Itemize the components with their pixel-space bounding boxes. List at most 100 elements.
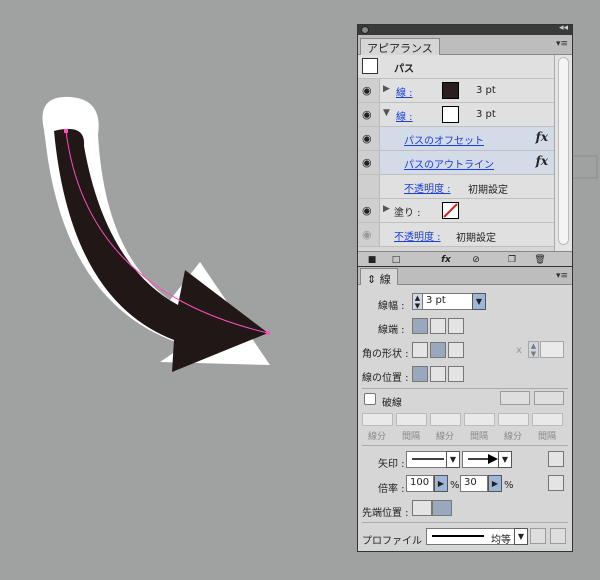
- path-label: パス: [394, 64, 414, 75]
- swap-arrowheads-icon[interactable]: [548, 451, 564, 467]
- panel-titlebar[interactable]: ◂◂: [358, 23, 572, 35]
- dashed-label: 破線: [382, 398, 402, 409]
- align-outside-button[interactable]: [448, 366, 464, 382]
- weight-dropdown[interactable]: ▼: [472, 293, 486, 310]
- limit-label: x: [516, 345, 522, 356]
- align-center-button[interactable]: [412, 366, 428, 382]
- uniform-profile-icon: [432, 535, 484, 537]
- close-icon[interactable]: [361, 26, 369, 34]
- link-scale-icon[interactable]: [548, 475, 564, 491]
- end-arrowhead-dropdown[interactable]: ▼: [498, 451, 512, 468]
- align-label: 線の位置 :: [362, 373, 409, 384]
- weight-input[interactable]: 3 pt: [422, 293, 474, 310]
- dash-label: 線分: [436, 432, 455, 442]
- start-scale-dropdown[interactable]: ▶: [434, 475, 448, 492]
- panel-menu-icon[interactable]: ▾≡: [556, 271, 568, 281]
- scroll-thumb[interactable]: [558, 57, 569, 245]
- effect-offset-path-label[interactable]: パスのオフセット: [404, 132, 484, 147]
- gap-field-3: [532, 413, 563, 426]
- appearance-row-path[interactable]: パス: [358, 55, 554, 79]
- stroke-weight-value: 3 pt: [476, 85, 496, 96]
- panel-menu-icon[interactable]: ▾≡: [556, 39, 568, 49]
- appearance-row-opacity-stroke[interactable]: 不透明度 : 初期設定: [358, 175, 554, 199]
- opacity-label[interactable]: 不透明度 :: [394, 228, 441, 243]
- stroke-panel: ⇕ 線 ▾≡ 線幅 : ▲ ▼ 3 pt ▼ 線端 : 角の形状 : x ▲ ▼ 線…: [357, 266, 573, 552]
- cap-label: 線端 :: [378, 325, 405, 336]
- stroke-label[interactable]: 線 :: [396, 84, 413, 99]
- miter-join-button[interactable]: [412, 342, 428, 358]
- arrowhead-icon: [468, 454, 498, 464]
- arrowhead-label: 矢印 :: [378, 459, 405, 470]
- end-arrowhead-select[interactable]: [462, 451, 502, 468]
- round-cap-button[interactable]: [430, 318, 446, 334]
- percent-label: %: [504, 480, 514, 491]
- visibility-eye-icon[interactable]: ◉: [358, 79, 380, 102]
- tab-arrows-icon: ⇕: [367, 273, 377, 286]
- tab-stroke[interactable]: ⇕ 線: [360, 268, 398, 286]
- divider: [362, 445, 568, 446]
- stroke-swatch[interactable]: [442, 106, 459, 123]
- dashed-checkbox[interactable]: [364, 393, 376, 405]
- expand-triangle-icon[interactable]: ▶: [383, 204, 390, 214]
- path-thumbnail: [362, 58, 378, 74]
- expand-triangle-icon[interactable]: ▶: [383, 84, 390, 94]
- fill-label[interactable]: 塗り :: [394, 204, 421, 219]
- appearance-list: パス ◉ ▶ 線 : 3 pt ◉ ▼ 線 : 3 pt ◉ パスのオフセット …: [358, 55, 554, 247]
- tip-inside-button[interactable]: [432, 500, 452, 516]
- opacity-label[interactable]: 不透明度 :: [404, 180, 451, 195]
- collapse-triangle-icon[interactable]: ▼: [383, 108, 390, 118]
- stroke-swatch[interactable]: [442, 82, 459, 99]
- stroke-label[interactable]: 線 :: [396, 108, 413, 123]
- dash-exact-button: [534, 391, 564, 405]
- visibility-eye-blank[interactable]: [358, 175, 380, 198]
- gap-field-1: [396, 413, 427, 426]
- appearance-row-fill[interactable]: ◉ ▶ 塗り :: [358, 199, 554, 223]
- flip-vertical-icon[interactable]: [550, 528, 566, 544]
- fill-none-swatch[interactable]: [442, 202, 459, 219]
- start-arrowhead-select[interactable]: [406, 451, 450, 468]
- visibility-eye-icon[interactable]: ◉: [358, 199, 380, 222]
- profile-dropdown[interactable]: ▼: [514, 528, 528, 545]
- visibility-eye-icon[interactable]: ◉: [358, 127, 380, 150]
- gap-label: 間隔: [538, 432, 557, 442]
- dash-field-3: [498, 413, 529, 426]
- anchor-point-end[interactable]: [266, 331, 270, 335]
- appearance-row-offset-path[interactable]: ◉ パスのオフセット fx: [358, 127, 554, 151]
- appearance-row-opacity-object[interactable]: ◉ 不透明度 : 初期設定: [358, 223, 554, 247]
- align-inside-button[interactable]: [430, 366, 446, 382]
- appearance-row-outline-stroke[interactable]: ◉ パスのアウトライン fx: [358, 151, 554, 175]
- appearance-scrollbar[interactable]: [554, 55, 572, 251]
- tab-appearance[interactable]: アピアランス: [360, 38, 440, 55]
- anchor-point-start[interactable]: [64, 129, 68, 133]
- profile-label: プロファイル :: [362, 536, 429, 547]
- fx-icon[interactable]: fx: [536, 130, 548, 144]
- tip-extend-button[interactable]: [412, 500, 432, 516]
- round-join-button[interactable]: [430, 342, 446, 358]
- start-arrowhead-dropdown[interactable]: ▼: [446, 451, 460, 468]
- end-scale-dropdown[interactable]: ▶: [488, 475, 502, 492]
- profile-select[interactable]: 均等: [426, 528, 518, 546]
- flip-horizontal-icon[interactable]: [530, 528, 546, 544]
- visibility-eye-icon[interactable]: ◉: [358, 151, 380, 174]
- projecting-cap-button[interactable]: [448, 318, 464, 334]
- limit-input: [540, 341, 564, 358]
- visibility-eye-icon[interactable]: ◉: [358, 103, 380, 126]
- gap-label: 間隔: [470, 432, 489, 442]
- appearance-tabrow: アピアランス ▾≡: [358, 35, 572, 55]
- fx-icon[interactable]: fx: [536, 154, 548, 168]
- none-slash-icon: [443, 203, 458, 218]
- effect-outline-stroke-label[interactable]: パスのアウトライン: [404, 156, 494, 171]
- start-scale-input[interactable]: 100: [406, 475, 434, 492]
- collapse-icon[interactable]: ◂◂: [559, 23, 568, 33]
- end-scale-input[interactable]: 30: [460, 475, 488, 492]
- appearance-row-stroke-2[interactable]: ◉ ▼ 線 : 3 pt: [358, 103, 554, 127]
- dash-label: 線分: [368, 432, 387, 442]
- appearance-row-stroke-1[interactable]: ◉ ▶ 線 : 3 pt: [358, 79, 554, 103]
- bevel-join-button[interactable]: [448, 342, 464, 358]
- dash-align-corners-button: [500, 391, 530, 405]
- dash-field-1: [362, 413, 393, 426]
- butt-cap-button[interactable]: [412, 318, 428, 334]
- opacity-value: 初期設定: [468, 185, 508, 196]
- visibility-eye-icon[interactable]: ◉: [358, 223, 380, 246]
- line-none-icon: [412, 458, 444, 460]
